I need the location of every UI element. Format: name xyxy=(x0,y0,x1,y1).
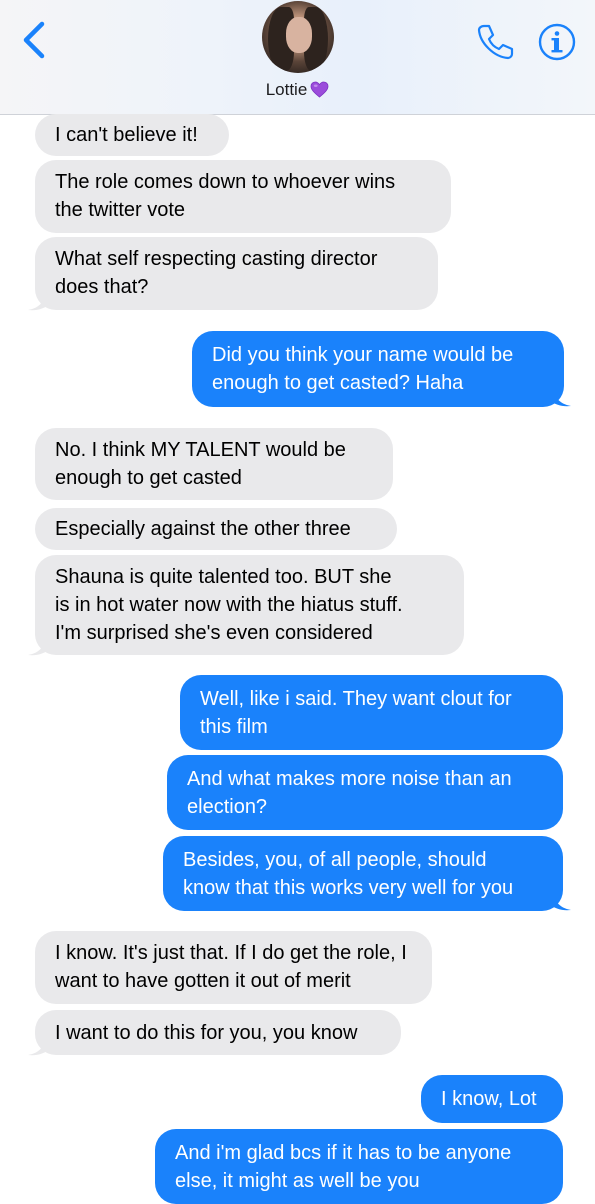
info-icon xyxy=(538,23,576,61)
outgoing-message[interactable]: Did you think your name would be enough … xyxy=(192,331,564,407)
outgoing-message[interactable]: I know, Lot xyxy=(421,1075,563,1123)
bubble-tail xyxy=(549,890,571,911)
incoming-message[interactable]: Shauna is quite talented too. BUT she is… xyxy=(35,555,464,655)
incoming-message[interactable]: I can't believe it! xyxy=(35,114,229,156)
call-button[interactable] xyxy=(475,22,515,62)
contact-avatar[interactable] xyxy=(262,1,334,73)
incoming-message[interactable]: What self respecting casting director do… xyxy=(35,237,438,310)
bubble-tail xyxy=(28,1035,50,1056)
purple-heart-icon xyxy=(310,81,329,98)
outgoing-message[interactable]: Well, like i said. They want clout for t… xyxy=(180,675,563,750)
conversation-header: Lottie xyxy=(0,0,595,115)
bubble-tail xyxy=(28,635,50,656)
chevron-left-icon xyxy=(23,21,45,59)
incoming-message[interactable]: No. I think MY TALENT would be enough to… xyxy=(35,428,393,500)
info-button[interactable] xyxy=(537,22,577,62)
incoming-message[interactable]: I want to do this for you, you know xyxy=(35,1010,401,1055)
bubble-tail xyxy=(28,290,50,311)
incoming-message[interactable]: I know. It's just that. If I do get the … xyxy=(35,931,432,1004)
contact-name: Lottie xyxy=(265,80,308,99)
contact-name-row[interactable]: Lottie xyxy=(0,80,595,100)
outgoing-message[interactable]: And what makes more noise than an electi… xyxy=(167,755,563,830)
outgoing-message[interactable]: And i'm glad bcs if it has to be anyone … xyxy=(155,1129,563,1204)
phone-icon xyxy=(477,24,514,60)
bubble-tail xyxy=(549,386,571,407)
incoming-message[interactable]: Especially against the other three xyxy=(35,508,397,550)
outgoing-message[interactable]: Besides, you, of all people, should know… xyxy=(163,836,563,911)
incoming-message[interactable]: The role comes down to whoever wins the … xyxy=(35,160,451,233)
back-button[interactable] xyxy=(18,20,54,60)
